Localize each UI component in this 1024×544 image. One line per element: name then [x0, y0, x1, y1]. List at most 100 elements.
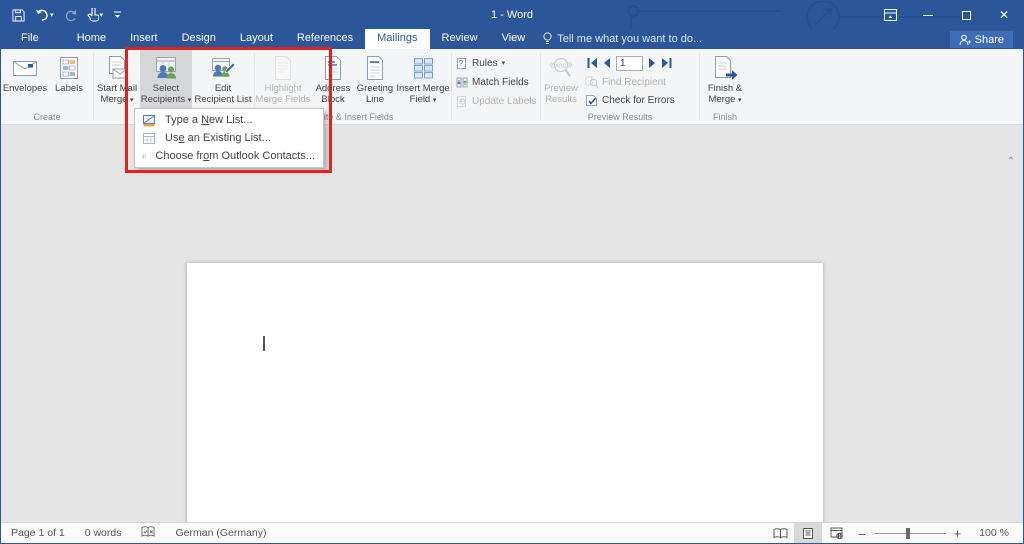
match-fields-label: Match Fields: [472, 77, 529, 88]
proofing-status-button[interactable]: [131, 526, 165, 541]
menu-item-choose-outlook-contacts[interactable]: Choose from Outlook Contacts...: [135, 147, 323, 165]
finish-merge-label1: Finish &: [708, 83, 742, 94]
share-person-icon: [959, 34, 971, 46]
redo-icon: [64, 9, 77, 22]
collapse-ribbon-button[interactable]: ⌃: [1007, 156, 1015, 167]
tab-layout[interactable]: Layout: [228, 29, 285, 49]
page-indicator[interactable]: Page 1 of 1: [1, 527, 75, 539]
group-finish: Finish & Merge ▾ Finish: [700, 49, 750, 124]
tell-me-box[interactable]: Tell me what you want to do...: [537, 29, 712, 49]
address-block-icon: [322, 53, 344, 83]
labels-button[interactable]: Labels: [49, 49, 89, 111]
highlight-merge-fields-button[interactable]: Highlight Merge Fields: [255, 49, 311, 111]
check-for-errors-label: Check for Errors: [602, 95, 675, 106]
window-controls: ✕: [871, 1, 1023, 29]
address-block-button[interactable]: Address Block: [311, 49, 355, 111]
tab-home[interactable]: Home: [65, 29, 118, 49]
previous-record-button[interactable]: [603, 58, 611, 68]
tab-design[interactable]: Design: [170, 29, 228, 49]
share-button[interactable]: Share: [950, 31, 1013, 48]
group-rules-stack: ? Rules ▾ Match Fields Update Labels: [452, 49, 540, 124]
save-button[interactable]: [9, 4, 28, 26]
last-record-button[interactable]: [661, 58, 672, 68]
tell-me-label: Tell me what you want to do...: [557, 33, 702, 45]
use-existing-list-icon: [142, 132, 156, 145]
next-record-button[interactable]: [648, 58, 656, 68]
tab-review[interactable]: Review: [430, 29, 490, 49]
quick-access-toolbar: ▾ ▾: [9, 1, 125, 29]
first-record-button[interactable]: [587, 58, 598, 68]
address-block-label2: Block: [321, 94, 344, 105]
tab-insert[interactable]: Insert: [118, 29, 170, 49]
preview-results-label1: Preview: [544, 83, 578, 94]
find-recipient-label: Find Recipient: [602, 77, 666, 88]
maximize-button[interactable]: [947, 1, 985, 29]
status-bar: Page 1 of 1 0 words German (Germany) – +…: [1, 522, 1023, 543]
greeting-line-button[interactable]: Greeting Line: [355, 49, 395, 111]
rules-button[interactable]: ? Rules ▾: [452, 54, 540, 72]
envelopes-button[interactable]: Envelopes: [1, 49, 49, 111]
group-label-finish: Finish: [700, 111, 750, 124]
envelopes-label: Envelopes: [3, 83, 47, 94]
customize-qat-button[interactable]: [110, 4, 125, 26]
finish-and-merge-button[interactable]: Finish & Merge ▾: [701, 49, 749, 111]
record-number-input[interactable]: [616, 56, 643, 71]
address-block-label1: Address: [316, 83, 351, 94]
language-indicator[interactable]: German (Germany): [165, 527, 276, 539]
menu-item-type-new-list[interactable]: Type a New List...: [135, 111, 323, 129]
select-recipients-icon: [153, 53, 179, 83]
zoom-in-button[interactable]: +: [954, 526, 962, 541]
insert-merge-field-icon: [411, 53, 435, 83]
update-labels-button[interactable]: Update Labels: [452, 92, 540, 110]
redo-button[interactable]: [61, 4, 80, 26]
insert-merge-field-button[interactable]: Insert Merge Field ▾: [395, 49, 451, 111]
save-icon: [12, 9, 25, 22]
document-workspace: [1, 125, 1023, 522]
zoom-out-button[interactable]: –: [858, 526, 865, 541]
document-title: 1 - Word: [1, 1, 1023, 29]
zoom-slider[interactable]: – +: [858, 526, 961, 541]
match-fields-button[interactable]: Match Fields: [452, 73, 540, 91]
print-layout-button[interactable]: [794, 523, 822, 543]
ribbon-display-options-button[interactable]: [871, 1, 909, 29]
preview-results-icon: ABC: [547, 53, 575, 83]
zoom-percentage[interactable]: 100 %: [969, 527, 1023, 539]
word-count[interactable]: 0 words: [75, 527, 132, 539]
minimize-button[interactable]: [909, 1, 947, 29]
ribbon-tab-bar: File Home Insert Design Layout Reference…: [1, 29, 1023, 49]
check-for-errors-button[interactable]: Check for Errors: [581, 91, 675, 109]
proofing-book-icon: [141, 526, 155, 538]
menu-item-use-existing-list[interactable]: Use an Existing List...: [135, 129, 323, 147]
read-mode-button[interactable]: [766, 523, 794, 543]
start-mail-merge-caret: ▾: [130, 97, 134, 104]
update-labels-label: Update Labels: [472, 96, 537, 107]
undo-button[interactable]: ▾: [32, 4, 57, 26]
select-recipients-label1: Select: [153, 83, 179, 94]
svg-text:ABC: ABC: [555, 64, 566, 70]
outlook-contacts-icon: [142, 150, 146, 163]
zoom-thumb[interactable]: [906, 528, 910, 539]
touch-mode-caret[interactable]: ▾: [100, 12, 104, 19]
rules-caret: ▾: [502, 59, 506, 67]
web-layout-button[interactable]: [822, 523, 850, 543]
record-navigator: [581, 53, 675, 73]
start-mail-merge-icon: [105, 53, 129, 83]
customize-qat-icon: [113, 10, 122, 20]
find-recipient-button[interactable]: Find Recipient: [581, 73, 675, 91]
touch-mouse-mode-button[interactable]: ▾: [84, 4, 107, 26]
labels-icon: [58, 53, 80, 83]
print-layout-icon: [802, 527, 814, 540]
tab-mailings[interactable]: Mailings: [365, 29, 429, 49]
tab-view[interactable]: View: [490, 29, 538, 49]
finish-and-merge-icon: [712, 53, 738, 83]
zoom-track[interactable]: [874, 533, 946, 534]
labels-label: Labels: [55, 83, 83, 94]
menu-item-label: Use an Existing List...: [165, 132, 271, 144]
close-button[interactable]: ✕: [985, 1, 1023, 29]
undo-dropdown-caret[interactable]: ▾: [50, 12, 54, 19]
preview-results-button[interactable]: ABC Preview Results: [541, 49, 581, 111]
tab-file[interactable]: File: [9, 29, 51, 49]
document-page[interactable]: [187, 263, 823, 544]
title-bar: ▾ ▾ 1 - Word ✕: [1, 1, 1023, 29]
tab-references[interactable]: References: [285, 29, 365, 49]
